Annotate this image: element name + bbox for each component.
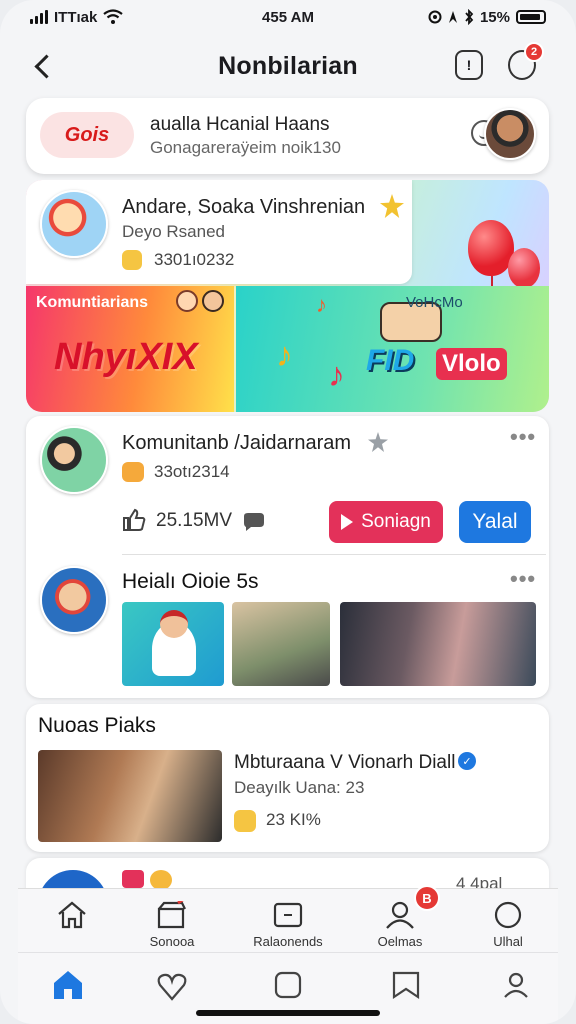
account-subtitle: Gonagareraÿeim noik130 bbox=[150, 138, 341, 157]
star-icon bbox=[368, 432, 388, 452]
home-indicator[interactable] bbox=[196, 1010, 380, 1016]
follow-button[interactable]: Yalal bbox=[459, 501, 531, 543]
location-icon bbox=[448, 11, 457, 23]
tab-label: Sonooa bbox=[149, 934, 195, 949]
clock: 455 AM bbox=[262, 8, 314, 26]
banner-info-card: Andare, Soaka Vinshrenian Deyo Rsaned 33… bbox=[26, 180, 412, 284]
tab-people[interactable]: B Oelmas bbox=[350, 885, 450, 953]
video-icon bbox=[122, 870, 144, 888]
feed-card: Komunitanb /Jaidarnaram ••• 33otı2314 25… bbox=[26, 416, 549, 698]
more-options-icon[interactable]: ••• bbox=[510, 424, 536, 450]
news-section-title: Nuoas Piaks bbox=[38, 714, 156, 737]
news-headline[interactable]: Mbturaana V Vionarh Diall bbox=[234, 752, 455, 774]
post-author-name[interactable]: Komunitanb /Jaidarnaram bbox=[122, 432, 351, 455]
info-button[interactable]: ! bbox=[455, 50, 483, 80]
divider bbox=[122, 554, 546, 555]
carrier-label: ITTıak bbox=[54, 8, 98, 26]
info-icon: ! bbox=[466, 57, 472, 73]
heart-icon[interactable] bbox=[152, 967, 192, 1003]
profile-avatar[interactable] bbox=[484, 108, 536, 160]
news-photo[interactable] bbox=[38, 750, 222, 842]
post-author-avatar[interactable] bbox=[40, 426, 108, 494]
circle-icon bbox=[494, 901, 522, 929]
emoji-icon bbox=[150, 870, 172, 890]
music-note-icon: ♪ bbox=[316, 292, 327, 317]
post-photo[interactable] bbox=[340, 602, 536, 686]
right-panel-headline-1: FID bbox=[366, 344, 415, 377]
brand-logo: Gois bbox=[40, 112, 134, 158]
character-icon bbox=[176, 290, 198, 312]
home-icon[interactable] bbox=[48, 967, 88, 1003]
tab-label: Oelmas bbox=[377, 934, 423, 949]
news-count: 23 KI% bbox=[266, 810, 321, 829]
emoji-icon bbox=[122, 462, 144, 482]
person-icon bbox=[386, 901, 414, 929]
tab-badge: B bbox=[414, 885, 440, 911]
left-panel-headline: NhyıXIX bbox=[54, 336, 198, 378]
right-panel-headline-2: Vlolo bbox=[436, 348, 507, 380]
verified-icon: ✓ bbox=[458, 752, 476, 770]
signal-icon bbox=[30, 10, 48, 24]
featured-banner[interactable]: Andare, Soaka Vinshrenian Deyo Rsaned 33… bbox=[26, 180, 549, 412]
app-screen: ITTıak 455 AM 15% Nonbilarian ! 2 Gois a… bbox=[0, 0, 576, 1024]
tab-label: Ulhal bbox=[493, 934, 523, 949]
right-panel-label: VoHcMo bbox=[406, 294, 463, 311]
banner-info-subtitle: Deyo Rsaned bbox=[122, 222, 226, 241]
post2-author-avatar[interactable] bbox=[40, 566, 108, 634]
banner-right-panel[interactable]: ♪ VoHcMo ♪ ♪ FID Vlolo bbox=[236, 286, 549, 412]
music-note-icon: ♪ bbox=[276, 336, 293, 374]
notifications-button[interactable]: 2 bbox=[508, 42, 544, 80]
top-app-bar: Nonbilarian ! 2 bbox=[0, 40, 576, 94]
thumbs-up-icon[interactable] bbox=[122, 508, 146, 532]
post-photo[interactable] bbox=[122, 602, 224, 686]
banner-info-count: 3301ı0232 bbox=[154, 250, 235, 269]
play-icon bbox=[341, 514, 354, 530]
notification-badge: 2 bbox=[524, 42, 544, 62]
bluetooth-icon bbox=[465, 9, 474, 25]
news-subtitle: Deayılk Uana: 23 bbox=[234, 778, 365, 797]
battery-icon bbox=[516, 10, 546, 24]
photo-face bbox=[160, 610, 188, 638]
tab-label: Ralaonends bbox=[253, 934, 323, 949]
alarm-icon bbox=[428, 10, 442, 24]
comment-icon[interactable] bbox=[242, 512, 266, 532]
tab-shop[interactable]: Sonooa bbox=[122, 889, 222, 953]
post2-title[interactable]: Heialı Oioie 5s bbox=[122, 570, 259, 594]
banner-left-panel[interactable]: Komuntiarians NhyıXIX bbox=[26, 286, 234, 412]
section-tab-bar: Sonooa Ralaonends B Oelmas Ulhal bbox=[18, 885, 558, 953]
frame-icon bbox=[273, 902, 303, 928]
tab-other[interactable]: Ulhal bbox=[458, 889, 558, 953]
bookmark-icon[interactable] bbox=[386, 967, 426, 1003]
character-icon bbox=[202, 290, 224, 312]
wifi-icon bbox=[103, 9, 124, 24]
news-card: Nuoas Piaks Mbturaana V Vionarh Diall ✓ … bbox=[26, 704, 549, 852]
square-icon[interactable] bbox=[268, 967, 308, 1003]
balloon-icon bbox=[508, 248, 540, 288]
house-icon bbox=[58, 901, 86, 929]
emoji-icon bbox=[122, 250, 142, 270]
account-search-card[interactable]: Gois aualla Hcanial Haans Gonagareraÿeim… bbox=[26, 98, 549, 174]
subscribe-button[interactable]: Soniagn bbox=[329, 501, 443, 543]
tab-home[interactable] bbox=[22, 889, 122, 953]
account-title: aualla Hcanial Haans bbox=[150, 114, 330, 135]
music-note-icon: ♪ bbox=[328, 356, 345, 394]
battery-percent: 15% bbox=[479, 8, 510, 26]
group-avatar bbox=[40, 190, 108, 258]
box-icon bbox=[157, 901, 186, 929]
post-count: 33otı2314 bbox=[154, 462, 230, 481]
subscribe-label: Soniagn bbox=[361, 511, 431, 532]
post-photo[interactable] bbox=[232, 602, 330, 686]
banner-info-title: Andare, Soaka Vinshrenian bbox=[122, 196, 366, 218]
left-panel-label: Komuntiarians bbox=[36, 294, 149, 311]
profile-icon[interactable] bbox=[496, 967, 536, 1003]
emoji-icon bbox=[234, 810, 256, 832]
page-title: Nonbilarian bbox=[218, 52, 358, 80]
star-icon bbox=[380, 194, 404, 218]
like-count: 25.15MV bbox=[156, 510, 233, 531]
tab-recommended[interactable]: Ralaonends bbox=[238, 889, 338, 953]
more-options-icon[interactable]: ••• bbox=[510, 566, 536, 592]
status-bar: ITTıak 455 AM 15% bbox=[0, 0, 576, 34]
